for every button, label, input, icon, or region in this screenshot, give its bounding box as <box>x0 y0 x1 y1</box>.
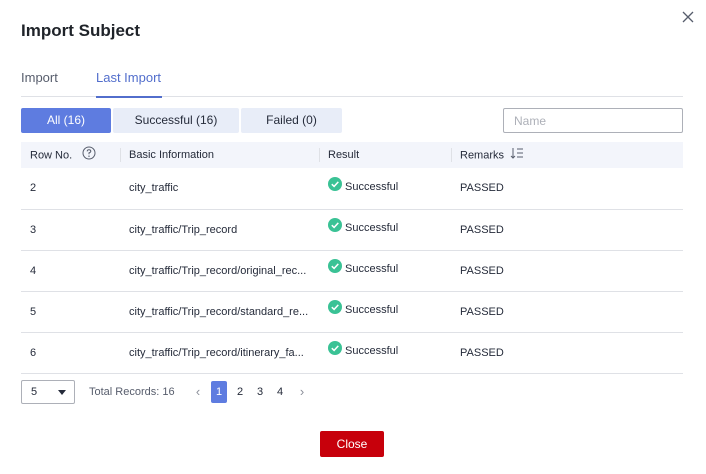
cell-basic-info: city_traffic/Trip_record/itinerary_fa... <box>129 346 304 359</box>
cell-result: Successful <box>319 209 451 250</box>
page-3-button[interactable]: 3 <box>253 381 267 403</box>
cell-result: Successful <box>319 291 451 332</box>
header-remarks: Remarks <box>451 142 683 168</box>
success-check-icon <box>328 176 342 191</box>
cell-basic-info: city_traffic/Trip_record <box>129 223 238 236</box>
cell-remarks: PASSED <box>460 305 504 318</box>
cell-row-no: 5 <box>30 305 37 318</box>
page-size-select[interactable]: 5 <box>21 380 75 404</box>
caret-down-icon <box>58 390 66 395</box>
close-icon[interactable] <box>680 9 696 25</box>
success-check-icon <box>328 218 342 232</box>
name-search-input[interactable] <box>503 108 683 133</box>
cell-basic-info: city_traffic <box>129 182 179 195</box>
next-page-button[interactable]: › <box>295 381 309 403</box>
help-icon[interactable] <box>82 146 96 163</box>
table-row: 6 city_traffic/Trip_record/itinerary_fa.… <box>21 332 683 373</box>
cell-remarks: PASSED <box>460 346 504 359</box>
page-2-button[interactable]: 2 <box>233 381 247 403</box>
import-subject-dialog: Import Subject Import Last Import All (1… <box>0 0 706 474</box>
tab-bar: Import Last Import <box>21 70 683 98</box>
tab-import[interactable]: Import <box>21 70 61 97</box>
cell-remarks: PASSED <box>460 223 504 236</box>
success-check-icon <box>328 259 342 273</box>
cell-remarks: PASSED <box>460 182 504 195</box>
filter-successful-button[interactable]: Successful (16) <box>113 108 239 133</box>
cell-row-no: 6 <box>30 346 37 359</box>
table-row: 4 city_traffic/Trip_record/original_rec.… <box>21 250 683 291</box>
filter-failed-button[interactable]: Failed (0) <box>241 108 342 133</box>
sort-icon[interactable] <box>510 147 524 162</box>
cell-result: Successful <box>319 168 451 209</box>
tab-last-import[interactable]: Last Import <box>96 70 162 98</box>
page-4-button[interactable]: 4 <box>273 381 287 403</box>
cell-row-no: 4 <box>30 264 37 277</box>
cell-remarks: PASSED <box>460 264 504 277</box>
table-row: 2 city_traffic Successful PASSED <box>21 168 683 209</box>
table-row: 5 city_traffic/Trip_record/standard_re..… <box>21 291 683 332</box>
filter-all-button[interactable]: All (16) <box>21 108 111 133</box>
cell-result: Successful <box>319 332 451 373</box>
success-check-icon <box>328 341 342 355</box>
cell-result: Successful <box>319 250 451 291</box>
header-result: Result <box>319 142 451 168</box>
header-row-no: Row No. <box>21 142 120 168</box>
prev-page-button[interactable]: ‹ <box>191 381 205 403</box>
page-1-button[interactable]: 1 <box>211 381 227 403</box>
header-basic-information: Basic Information <box>120 142 319 168</box>
cell-basic-info: city_traffic/Trip_record/original_rec... <box>129 264 307 277</box>
cell-row-no: 3 <box>30 223 37 236</box>
success-check-icon <box>328 300 342 314</box>
close-button[interactable]: Close <box>320 431 384 457</box>
dialog-title: Import Subject <box>21 21 141 40</box>
import-result-table: Row No. Basic Information Result Remarks… <box>21 142 683 374</box>
table-row: 3 city_traffic/Trip_record Successful PA… <box>21 209 683 250</box>
cell-basic-info: city_traffic/Trip_record/standard_re... <box>129 305 309 318</box>
cell-row-no: 2 <box>30 182 37 195</box>
pagination: 5 Total Records: 16 ‹ 1 2 3 4 › <box>21 380 683 404</box>
table-header-row: Row No. Basic Information Result Remarks <box>21 142 683 168</box>
total-records: Total Records: 16 <box>89 386 175 398</box>
